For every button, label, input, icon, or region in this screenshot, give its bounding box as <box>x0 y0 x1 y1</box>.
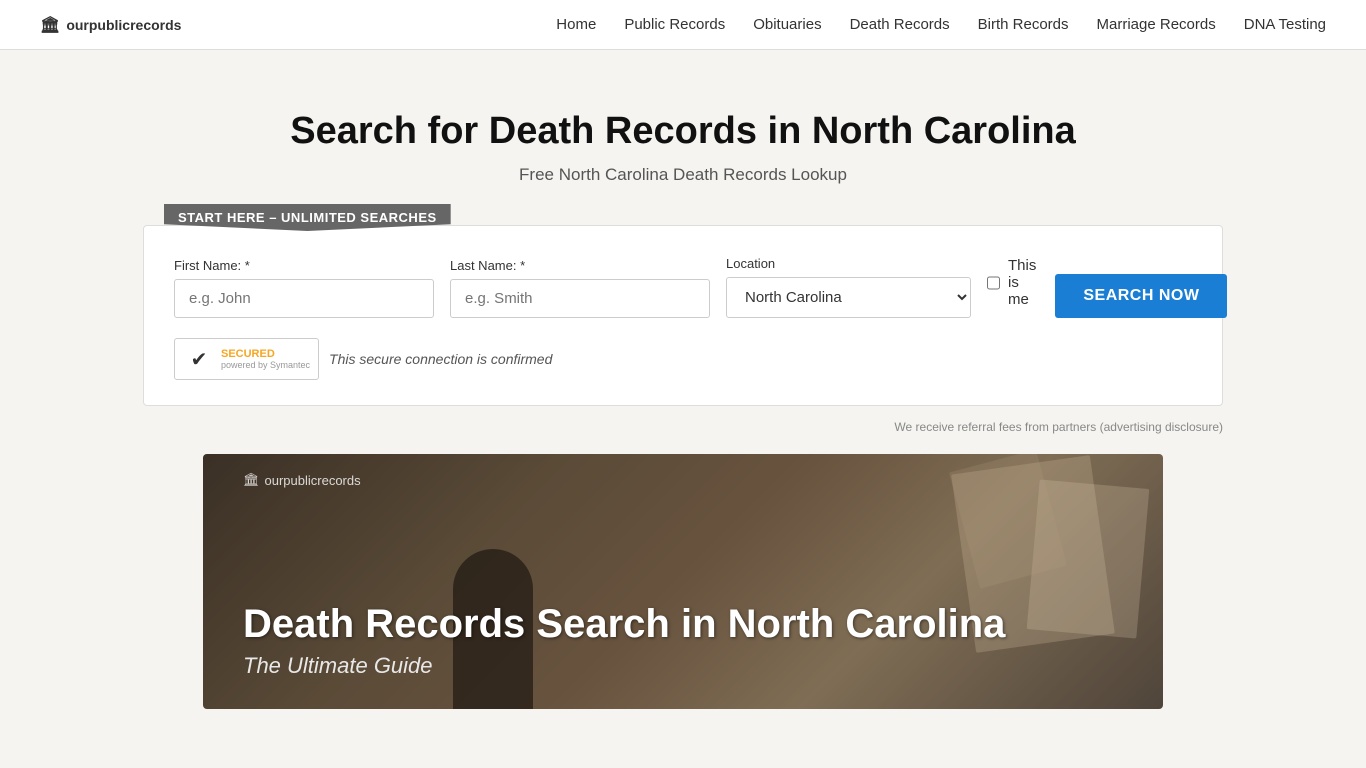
hero-logo: 🏛 ourpublicrecords <box>243 472 361 488</box>
hero-image: 🏛 ourpublicrecords Death Records Search … <box>203 454 1163 709</box>
norton-icon: ✔ <box>183 343 215 375</box>
nav-dna-testing[interactable]: DNA Testing <box>1244 16 1326 33</box>
site-logo[interactable]: 🏛 ourpublicrecords <box>40 15 181 35</box>
logo-text: ourpublicrecords <box>66 17 181 33</box>
last-name-label: Last Name: * <box>450 258 710 273</box>
search-form-row: First Name: * Last Name: * Location All … <box>174 256 1192 318</box>
norton-badge: ✔ SECURED powered by Symantec <box>174 338 319 380</box>
hero-logo-icon: 🏛 <box>243 472 260 488</box>
search-container: START HERE – UNLIMITED SEARCHES First Na… <box>143 225 1223 406</box>
secure-row: ✔ SECURED powered by Symantec This secur… <box>174 338 1192 380</box>
this-is-me-checkbox[interactable] <box>987 275 1000 291</box>
site-header: 🏛 ourpublicrecords Home Public Records O… <box>0 0 1366 50</box>
hero-title: Death Records Search in North Carolina <box>243 602 1005 647</box>
referral-disclosure: We receive referral fees from partners (… <box>143 420 1223 434</box>
hero-logo-text: ourpublicrecords <box>265 473 361 488</box>
start-here-badge: START HERE – UNLIMITED SEARCHES <box>164 204 451 231</box>
nav-public-records[interactable]: Public Records <box>624 16 725 33</box>
norton-text: SECURED powered by Symantec <box>221 348 310 370</box>
last-name-group: Last Name: * <box>450 258 710 318</box>
nav-home[interactable]: Home <box>556 16 596 33</box>
first-name-group: First Name: * <box>174 258 434 318</box>
hero-content: Death Records Search in North Carolina T… <box>243 602 1005 679</box>
norton-powered-label: powered by Symantec <box>221 360 310 370</box>
logo-icon: 🏛 <box>40 15 60 35</box>
location-label: Location <box>726 256 971 271</box>
nav-marriage-records[interactable]: Marriage Records <box>1097 16 1216 33</box>
norton-secured-label: SECURED <box>221 348 310 360</box>
first-name-label: First Name: * <box>174 258 434 273</box>
last-name-input[interactable] <box>450 279 710 318</box>
main-nav: Home Public Records Obituaries Death Rec… <box>556 16 1326 33</box>
hero-subtitle: The Ultimate Guide <box>243 653 1005 679</box>
nav-obituaries[interactable]: Obituaries <box>753 16 821 33</box>
main-content: Search for Death Records in North Caroli… <box>0 50 1366 739</box>
location-group: Location All States Alabama Alaska Arizo… <box>726 256 971 318</box>
first-name-input[interactable] <box>174 279 434 318</box>
this-is-me-group: This is me <box>987 257 1039 318</box>
location-select[interactable]: All States Alabama Alaska Arizona Arkans… <box>726 277 971 318</box>
nav-birth-records[interactable]: Birth Records <box>978 16 1069 33</box>
this-is-me-label[interactable]: This is me <box>1008 257 1039 308</box>
search-button[interactable]: SEARCH NOW <box>1055 274 1227 318</box>
secure-connection-text: This secure connection is confirmed <box>329 351 552 367</box>
nav-death-records[interactable]: Death Records <box>850 16 950 33</box>
page-title: Search for Death Records in North Caroli… <box>290 110 1076 153</box>
page-subtitle: Free North Carolina Death Records Lookup <box>519 165 847 185</box>
